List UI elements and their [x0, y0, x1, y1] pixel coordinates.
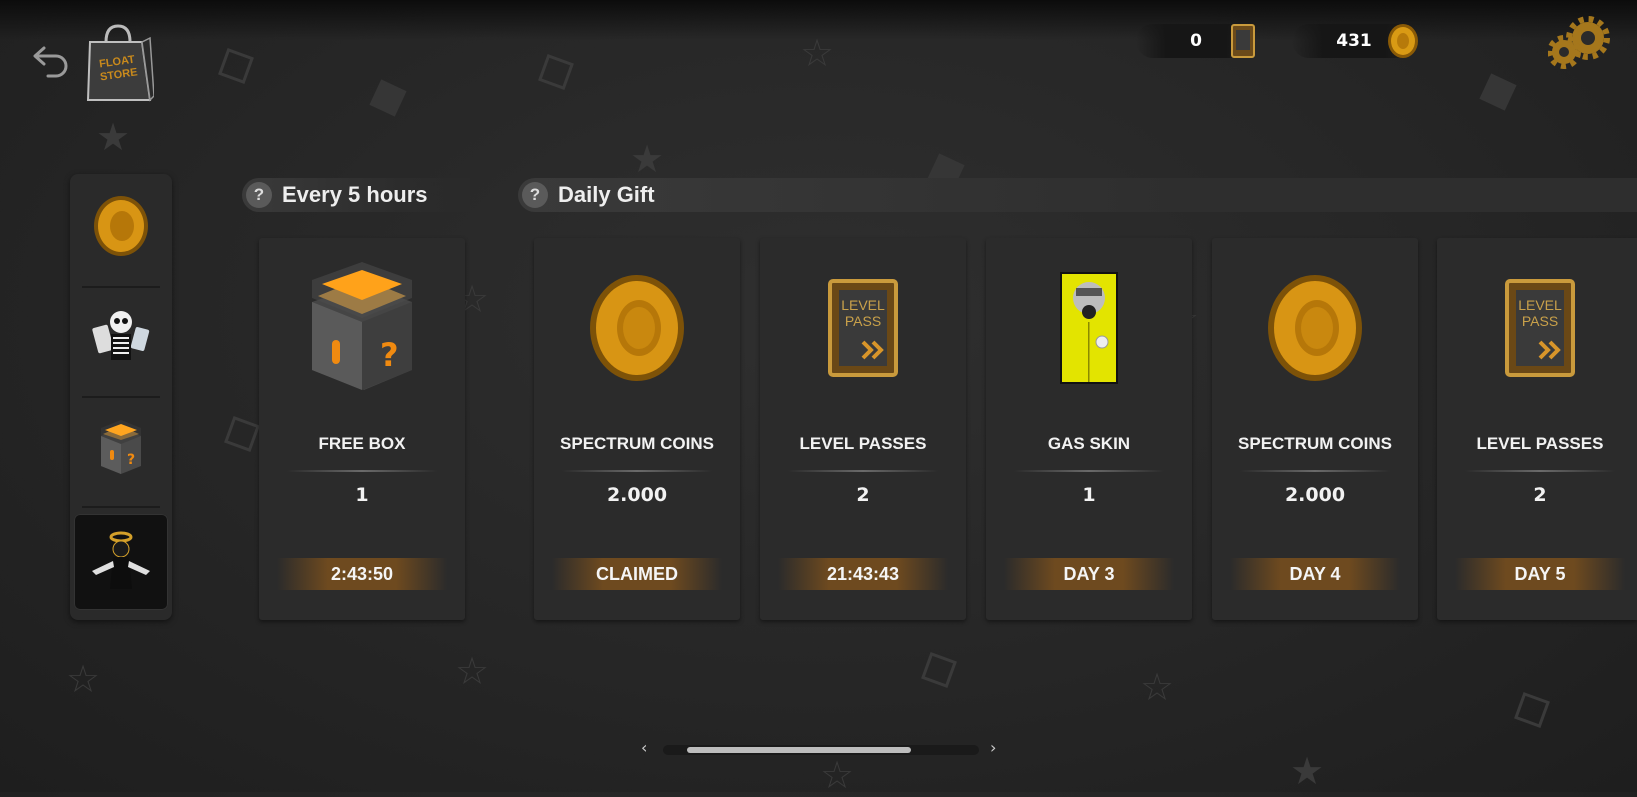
level-pass-icon	[1231, 24, 1255, 58]
svg-text:?: ?	[380, 336, 399, 374]
daily-gift-help-button[interactable]: ?	[522, 182, 548, 208]
settings-button[interactable]	[1547, 14, 1612, 70]
card-title: FREE BOX	[318, 434, 406, 453]
card-amount: 1	[1082, 484, 1096, 506]
card-amount: 2.000	[1284, 484, 1346, 506]
star-decoration: ★	[1290, 749, 1325, 793]
card-title: SPECTRUM COINS	[1238, 434, 1392, 453]
svg-text:LEVEL: LEVEL	[1518, 297, 1562, 313]
card-status: CLAIMED	[552, 558, 722, 590]
card-amount: 2	[1533, 484, 1547, 506]
square-decoration	[369, 79, 407, 117]
scrollbar-thumb[interactable]	[687, 747, 911, 753]
daily-gift-label: Daily Gift	[558, 182, 655, 207]
card-amount: 2	[856, 484, 870, 506]
sidebar-divider	[82, 396, 160, 398]
star-decoration: ☆	[800, 31, 835, 75]
sidebar-item-skins[interactable]	[74, 290, 168, 386]
card-divider	[562, 470, 712, 472]
scroll-right-arrow[interactable]: ›	[990, 738, 996, 757]
card-amount: 2.000	[606, 484, 668, 506]
gas-skin-icon	[1060, 272, 1118, 384]
reward-card-free-box[interactable]: ? FREE BOX 1 2:43:50	[259, 238, 465, 620]
square-decoration	[1514, 692, 1550, 728]
every-5-hours-label: Every 5 hours	[282, 182, 428, 207]
angel-character-icon	[92, 531, 150, 589]
skeleton-character-icon	[92, 311, 150, 360]
card-title: LEVEL PASSES	[799, 434, 927, 453]
mystery-box-icon: ?	[312, 262, 412, 390]
star-decoration: ☆	[455, 649, 490, 693]
coin-icon	[1388, 24, 1418, 58]
coin-icon	[94, 196, 148, 256]
reward-card-level-passes[interactable]: LEVEL PASS LEVEL PASSES 2 21:43:43	[760, 238, 966, 620]
gear-icon	[1547, 16, 1610, 69]
sidebar-divider	[82, 286, 160, 288]
svg-text:?: ?	[127, 452, 135, 468]
sidebar-item-coins[interactable]	[74, 178, 168, 274]
reward-card-spectrum-coins[interactable]: SPECTRUM COINS 2.000 CLAIMED	[534, 238, 740, 620]
card-title: SPECTRUM COINS	[560, 434, 714, 453]
coin-icon	[1268, 275, 1362, 381]
mystery-box-icon: ?	[101, 420, 141, 474]
coin-count: 431	[1336, 31, 1372, 51]
square-decoration	[538, 54, 574, 90]
sidebar-item-boxes[interactable]: ?	[74, 400, 168, 496]
every-5-hours-header: ? Every 5 hours	[242, 178, 470, 212]
card-status: DAY 3	[1004, 558, 1174, 590]
sidebar-divider	[82, 506, 160, 508]
daily-gift-header: ? Daily Gift	[518, 178, 1637, 212]
sidebar-item-rewards[interactable]	[74, 514, 168, 610]
card-title: LEVEL PASSES	[1476, 434, 1604, 453]
store-category-sidebar: ?	[70, 174, 172, 620]
coin-icon	[590, 275, 684, 381]
square-decoration	[921, 652, 957, 688]
star-decoration: ★	[96, 115, 131, 159]
back-arrow-icon	[33, 46, 68, 78]
card-status: DAY 5	[1455, 558, 1625, 590]
level-pass-count: 0	[1190, 31, 1202, 51]
level-pass-icon: LEVEL PASS	[1505, 279, 1575, 377]
svg-text:LEVEL: LEVEL	[841, 297, 885, 313]
reward-card-level-passes[interactable]: LEVEL PASS LEVEL PASSES 2 DAY 5	[1437, 238, 1637, 620]
svg-text:PASS: PASS	[1522, 313, 1558, 329]
star-decoration: ★	[630, 137, 665, 181]
card-status: 21:43:43	[778, 558, 948, 590]
star-decoration: ☆	[820, 753, 855, 797]
card-status: DAY 4	[1230, 558, 1400, 590]
every-5-hours-help-button[interactable]: ?	[246, 182, 272, 208]
square-decoration	[224, 416, 260, 452]
card-amount: 1	[355, 484, 369, 506]
back-button[interactable]	[30, 40, 72, 80]
svg-text:PASS: PASS	[845, 313, 881, 329]
star-decoration: ☆	[66, 657, 101, 701]
square-decoration	[218, 48, 254, 84]
scroll-left-arrow[interactable]: ‹	[641, 738, 647, 757]
reward-card-spectrum-coins[interactable]: SPECTRUM COINS 2.000 DAY 4	[1212, 238, 1418, 620]
card-divider	[1465, 470, 1615, 472]
square-decoration	[1479, 73, 1517, 111]
coin-balance: 431	[1292, 24, 1420, 58]
reward-card-gas-skin[interactable]: GAS SKIN 1 DAY 3	[986, 238, 1192, 620]
card-title: GAS SKIN	[1047, 434, 1131, 453]
card-status: 2:43:50	[277, 558, 447, 590]
card-divider	[1240, 470, 1390, 472]
star-decoration: ☆	[1140, 665, 1175, 709]
card-divider	[287, 470, 437, 472]
level-pass-icon: LEVEL PASS	[828, 279, 898, 377]
card-divider	[788, 470, 938, 472]
card-divider	[1014, 470, 1164, 472]
level-pass-balance: 0	[1136, 24, 1256, 58]
float-store-logo: FLOAT STORE	[84, 22, 155, 102]
horizontal-scrollbar[interactable]	[663, 745, 979, 755]
